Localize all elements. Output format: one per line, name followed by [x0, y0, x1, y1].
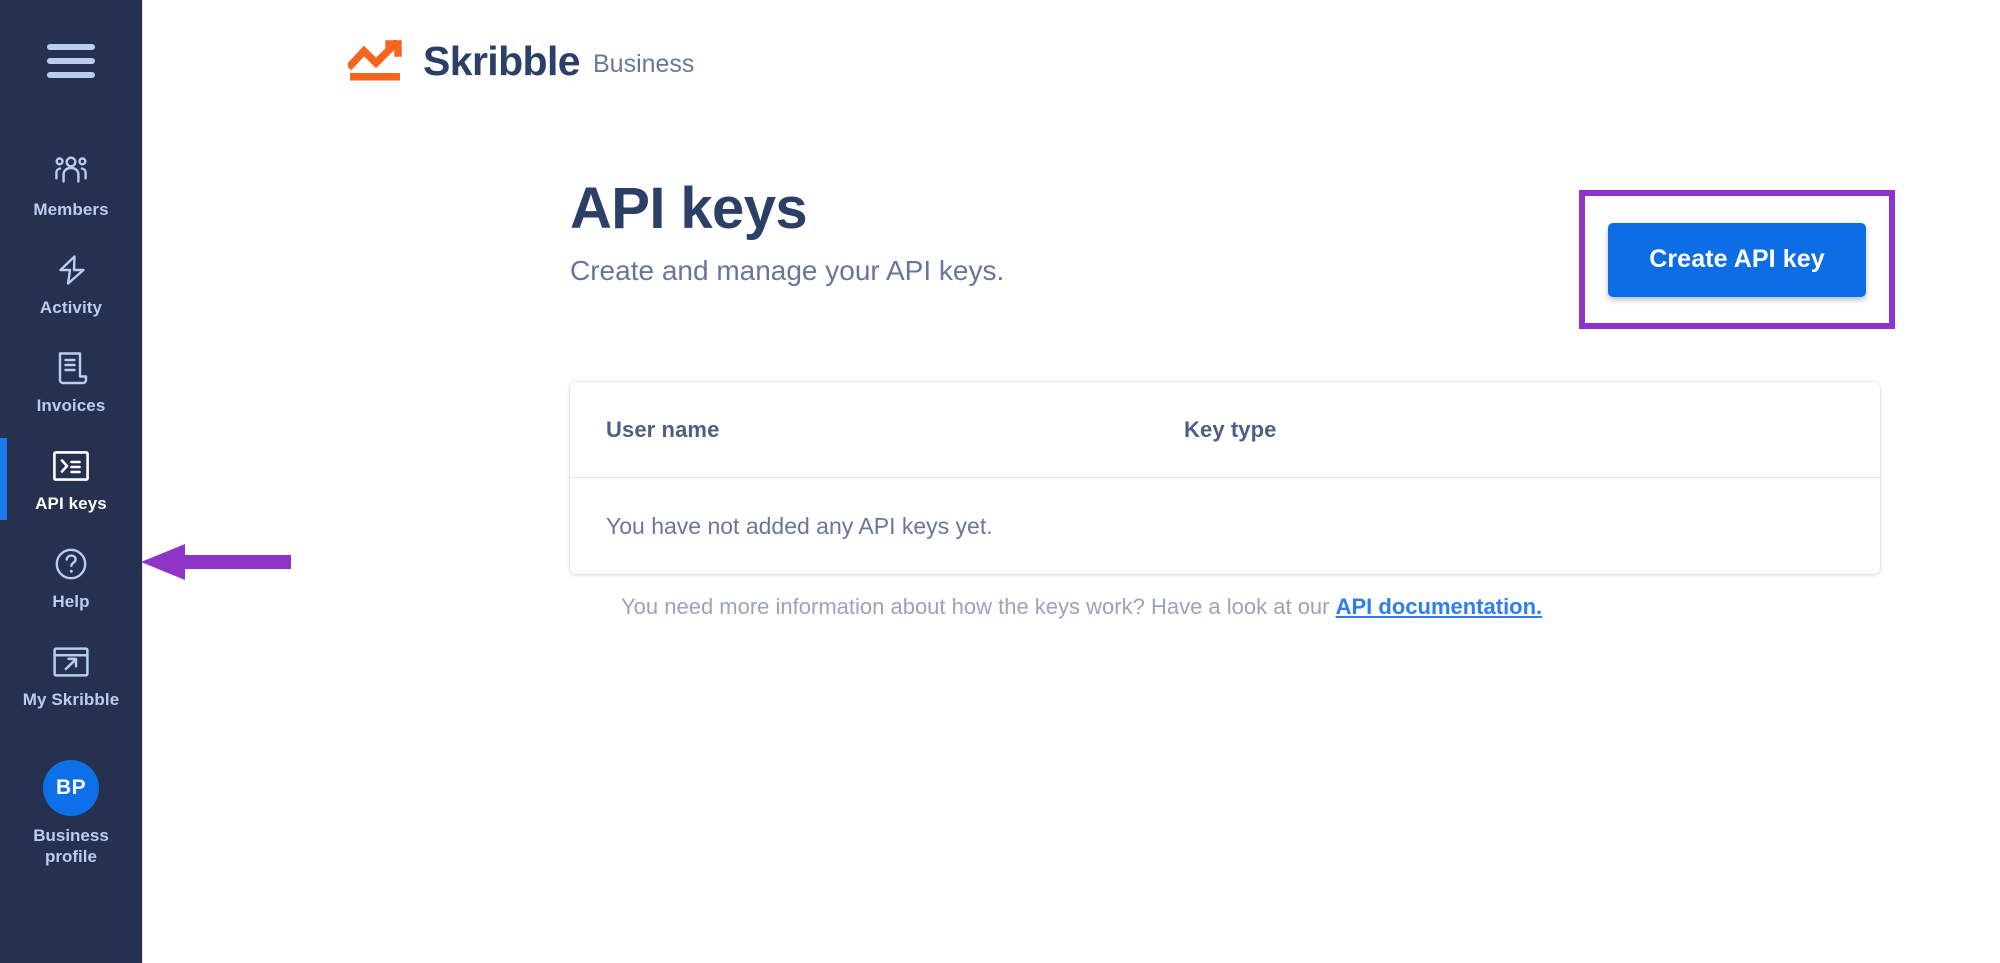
- helper-text: You need more information about how the …: [621, 594, 1336, 619]
- sidebar-item-label: Invoices: [36, 395, 106, 415]
- invoice-document-icon: [53, 347, 89, 389]
- sidebar-item-invoices[interactable]: Invoices: [0, 332, 142, 430]
- sidebar-item-api-keys[interactable]: API keys: [0, 430, 142, 528]
- members-group-icon: [51, 151, 91, 193]
- sidebar-profile-label: Business profile: [33, 826, 109, 866]
- hamburger-menu-icon[interactable]: [47, 44, 95, 78]
- avatar: BP: [43, 760, 99, 816]
- external-link-window-icon: [51, 641, 91, 683]
- sidebar-item-label: API keys: [35, 493, 107, 513]
- terminal-console-icon: [51, 445, 91, 487]
- page-subtitle: Create and manage your API keys.: [570, 255, 1005, 286]
- sidebar-item-label: Members: [33, 199, 109, 219]
- table-header-row: User name Key type: [570, 382, 1880, 478]
- sidebar-item-label: Help: [52, 591, 90, 611]
- column-header-user-name: User name: [606, 416, 720, 442]
- brand-name: Skribble: [423, 38, 581, 84]
- table-empty-row: You have not added any API keys yet.: [570, 478, 1880, 574]
- skribble-chart-logo-icon: [348, 40, 402, 81]
- sidebar-item-label: Activity: [39, 297, 103, 317]
- sidebar-item-help[interactable]: Help: [0, 528, 142, 626]
- column-header-key-type: Key type: [1184, 416, 1277, 442]
- app-root: Members Activity Invoices API keys Help …: [0, 0, 2000, 963]
- hamburger-bar: [47, 44, 95, 50]
- question-circle-icon: [52, 543, 90, 585]
- lightning-bolt-icon: [52, 249, 90, 291]
- page-title: API keys: [570, 176, 808, 241]
- brand-suffix: Business: [592, 50, 695, 78]
- api-keys-table-card: User name Key type You have not added an…: [570, 382, 1880, 574]
- hamburger-bar: [47, 58, 95, 64]
- sidebar-item-activity[interactable]: Activity: [0, 234, 142, 332]
- api-documentation-link[interactable]: API documentation.: [1336, 594, 1543, 619]
- create-api-key-highlight-box: Create API key: [1579, 190, 1895, 329]
- sidebar: Members Activity Invoices API keys Help …: [0, 0, 143, 963]
- sidebar-nav-list: Members Activity Invoices API keys Help …: [0, 136, 142, 724]
- sidebar-item-my-skribble[interactable]: My Skribble: [0, 626, 142, 724]
- sidebar-item-members[interactable]: Members: [0, 136, 142, 234]
- sidebar-item-label: My Skribble: [22, 689, 120, 709]
- sidebar-profile[interactable]: BP Business profile: [0, 760, 142, 867]
- hamburger-bar: [47, 72, 95, 78]
- table-empty-message: You have not added any API keys yet.: [606, 512, 993, 539]
- page-header: API keys Create and manage your API keys…: [570, 178, 1004, 288]
- brand-logo[interactable]: Skribble Business: [348, 40, 694, 82]
- api-documentation-helper-text: You need more information about how the …: [621, 594, 1542, 620]
- create-api-key-button[interactable]: Create API key: [1608, 222, 1866, 297]
- main-content: Skribble Business API keys Create and ma…: [143, 0, 2000, 963]
